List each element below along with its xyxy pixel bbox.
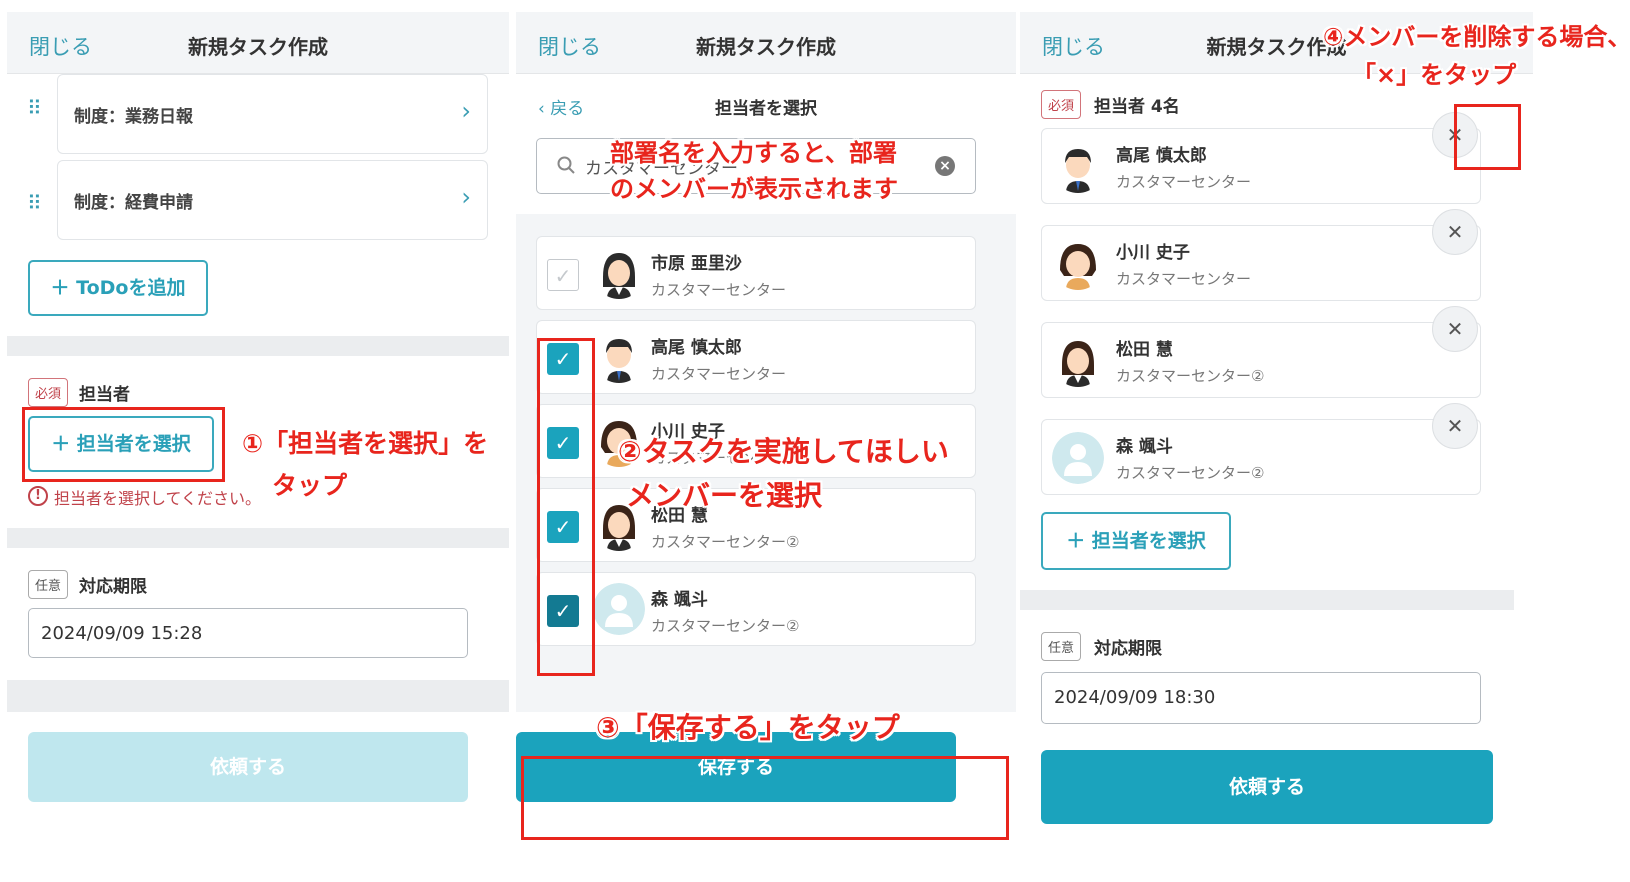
header: 閉じる 新規タスク作成	[7, 12, 509, 74]
drag-handle-icon[interactable]: ⠿	[27, 191, 42, 215]
deadline-label: 対応期限	[1094, 639, 1162, 659]
default-avatar-icon	[1052, 432, 1104, 484]
highlight-save-button	[521, 756, 1009, 840]
assignee-label: 担当者	[79, 385, 130, 405]
required-badge: 必須	[1041, 90, 1082, 119]
chevron-right-icon: ›	[461, 97, 471, 125]
highlight-remove-button	[1454, 104, 1521, 170]
annotation-step2-line1: ②タスクを実施してほしい	[618, 435, 949, 468]
checkbox-unchecked[interactable]: ✓	[547, 259, 579, 291]
annotation-step2-line2: メンバーを選択	[626, 479, 823, 512]
todo-label: 制度：業務日報	[74, 107, 193, 127]
member-name: 市原 亜里沙	[651, 254, 742, 274]
selected-member: 高尾 慎太郎 カスタマーセンター	[1041, 128, 1481, 204]
member-dept: カスタマーセンター②	[651, 617, 800, 635]
section-divider	[7, 336, 509, 356]
optional-badge: 任意	[1041, 632, 1082, 661]
annotation-search-line2: のメンバーが表示されます	[610, 175, 898, 203]
header: 閉じる 新規タスク作成	[516, 12, 1016, 74]
selected-member: 小川 史子 カスタマーセンター	[1041, 225, 1481, 301]
highlight-checkboxes	[537, 338, 595, 676]
select-assignee-button[interactable]: ＋ 担当者を選択	[1041, 512, 1231, 570]
submit-button[interactable]: 依頼する	[1041, 750, 1493, 824]
deadline-label: 対応期限	[79, 577, 147, 597]
member-dept: カスタマーセンター②	[1116, 464, 1265, 482]
selected-member: 森 颯斗 カスタマーセンター②	[1041, 419, 1481, 495]
remove-member-close-icon[interactable]: ✕	[1432, 209, 1478, 255]
section-divider	[7, 680, 509, 712]
avatar	[593, 331, 645, 383]
submit-button-disabled[interactable]: 依頼する	[28, 732, 468, 802]
member-name: 高尾 慎太郎	[1116, 146, 1207, 166]
avatar	[593, 247, 645, 299]
member-dept: カスタマーセンター②	[1116, 367, 1265, 385]
member-dept: カスタマーセンター	[1116, 173, 1252, 191]
page-title: 新規タスク作成	[188, 35, 328, 59]
member-name: 松田 慧	[1116, 340, 1173, 360]
selected-member: 松田 慧 カスタマーセンター②	[1041, 322, 1481, 398]
sub-page-title: 担当者を選択	[715, 99, 817, 119]
page-title: 新規タスク作成	[696, 35, 836, 59]
deadline-input[interactable]: 2024/09/09 18:30	[1041, 672, 1481, 724]
member-name: 小川 史子	[1116, 243, 1190, 263]
member-row[interactable]: ✓ 市原 亜里沙 カスタマーセンター	[536, 236, 976, 310]
todo-item[interactable]: 制度：経費申請 ›	[57, 160, 488, 240]
member-row[interactable]: ✓ 高尾 慎太郎 カスタマーセンター	[536, 320, 976, 394]
member-name: 森 颯斗	[651, 590, 708, 610]
remove-member-close-icon[interactable]: ✕	[1432, 403, 1478, 449]
search-icon	[557, 156, 575, 174]
annotation-step1-line1: ①「担当者を選択」を	[242, 429, 489, 458]
section-divider	[7, 528, 509, 548]
avatar	[1052, 335, 1104, 387]
remove-member-close-icon[interactable]: ✕	[1432, 306, 1478, 352]
member-dept: カスタマーセンター	[651, 281, 787, 299]
highlight-select-assignee	[22, 407, 225, 482]
member-dept: カスタマーセンター	[1116, 270, 1252, 288]
member-name: 森 颯斗	[1116, 437, 1173, 457]
chevron-right-icon: ›	[461, 183, 471, 211]
avatar	[1052, 141, 1104, 193]
annotation-step4-line2: 「×」をタップ	[1352, 61, 1517, 89]
todo-item[interactable]: 制度：業務日報 ›	[57, 74, 488, 154]
member-dept: カスタマーセンター②	[651, 533, 800, 551]
member-row[interactable]: ✓ 森 颯斗 カスタマーセンター②	[536, 572, 976, 646]
annotation-step4-line1: ④メンバーを削除する場合、	[1323, 23, 1630, 51]
required-badge: 必須	[28, 378, 69, 407]
assignee-error: 担当者を選択してください。	[54, 489, 262, 508]
assignee-count-label: 担当者 4名	[1094, 97, 1180, 117]
member-dept: カスタマーセンター	[651, 365, 787, 383]
default-avatar-icon	[593, 583, 645, 635]
drag-handle-icon[interactable]: ⠿	[27, 96, 42, 120]
member-name: 高尾 慎太郎	[651, 338, 742, 358]
annotation-step1-line2: タップ	[272, 471, 348, 500]
error-icon: !	[28, 486, 48, 506]
avatar	[1052, 238, 1104, 290]
annotation-search-line1: 部署名を入力すると、部署	[610, 139, 898, 167]
section-divider	[1020, 590, 1514, 610]
optional-badge: 任意	[28, 570, 69, 599]
todo-label: 制度：経費申請	[74, 193, 193, 213]
deadline-input[interactable]: 2024/09/09 15:28	[28, 608, 468, 658]
annotation-step3: ③「保存する」をタップ	[596, 711, 900, 744]
add-todo-button[interactable]: ＋ ToDoを追加	[28, 260, 208, 316]
clear-icon[interactable]: ×	[935, 156, 955, 176]
